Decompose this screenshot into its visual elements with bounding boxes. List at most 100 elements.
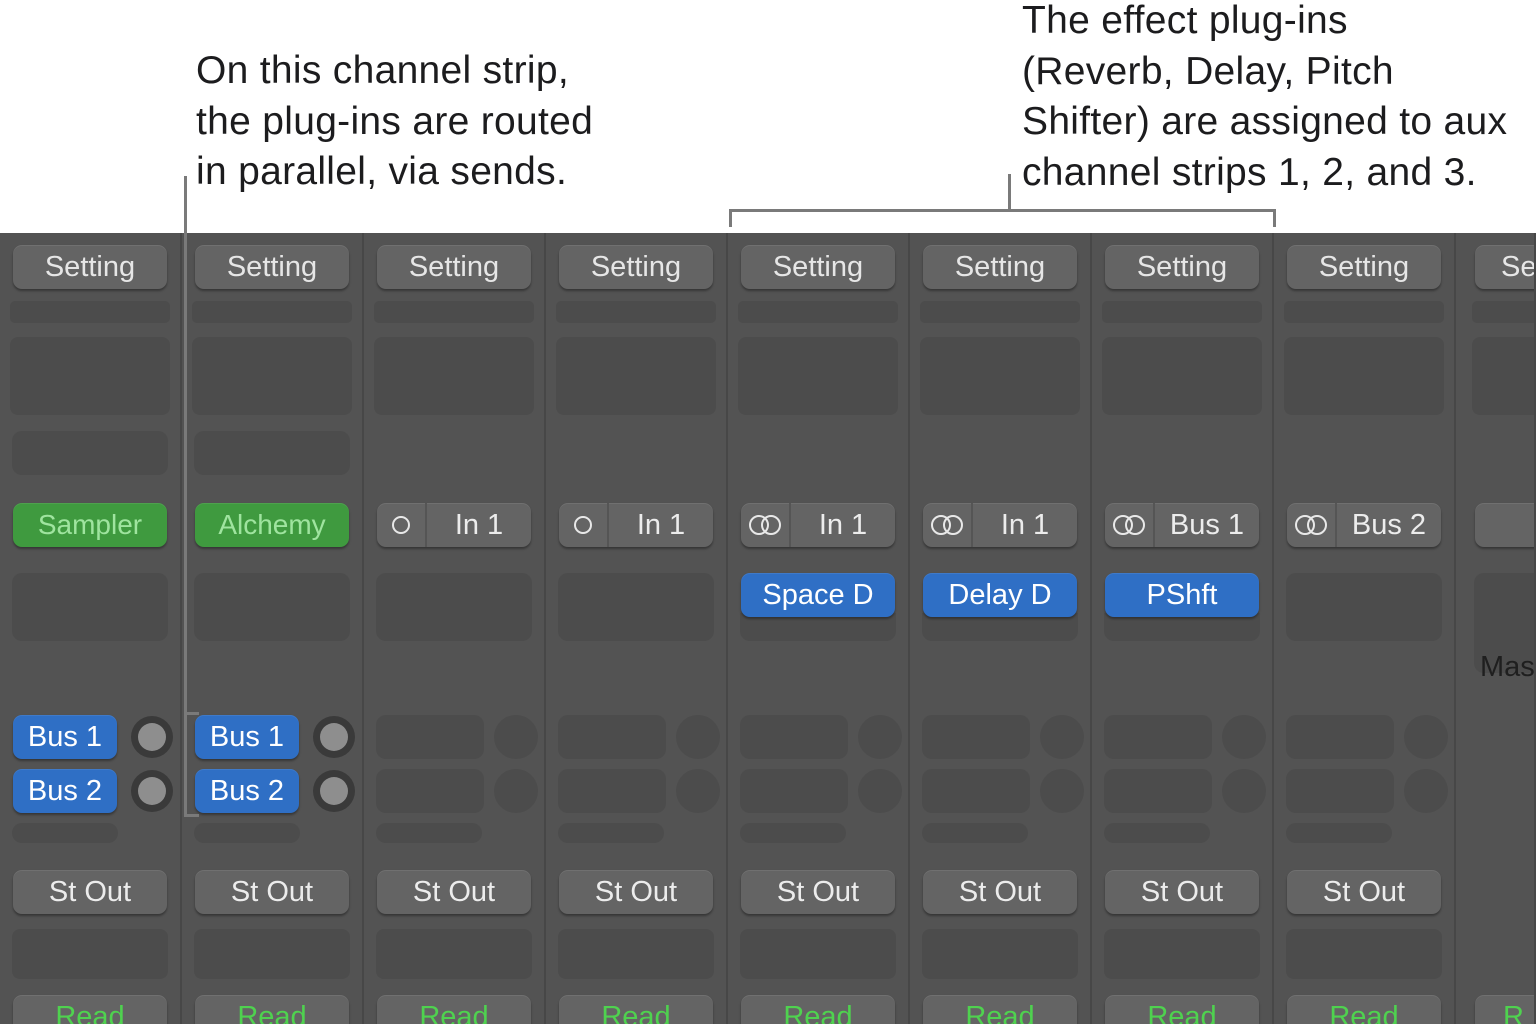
input-button[interactable]: In 1 [377,503,531,547]
setting-button[interactable]: Setting [1287,245,1441,289]
automation-read-button[interactable]: Read [741,995,895,1024]
send-bus-2[interactable]: Bus 2 [195,769,299,813]
eq-slot[interactable] [374,301,534,323]
automation-read-button[interactable]: R [1475,995,1536,1024]
eq-display[interactable] [738,337,898,415]
audio-fx-slot[interactable] [1104,613,1260,641]
send-bus-1[interactable]: Bus 1 [195,715,299,759]
send-slot-empty[interactable] [922,769,1030,813]
audio-fx-slot[interactable] [922,613,1078,641]
send-knob-empty[interactable] [676,715,720,759]
eq-display[interactable] [374,337,534,415]
send-slot-empty[interactable] [922,715,1030,759]
group-slot[interactable] [1286,929,1442,979]
send-slot-empty[interactable] [194,823,300,843]
group-slot[interactable] [12,929,168,979]
output-button[interactable]: St Out [923,870,1077,914]
eq-slot[interactable] [1472,301,1536,323]
eq-display[interactable] [556,337,716,415]
automation-read-button[interactable]: Read [1287,995,1441,1024]
eq-display[interactable] [920,337,1080,415]
audio-fx-slot[interactable] [376,573,532,641]
send-knob-empty[interactable] [1040,769,1084,813]
send-slot-empty[interactable] [1286,823,1392,843]
output-button[interactable]: St Out [741,870,895,914]
instrument-slot-sampler[interactable]: Sampler [13,503,167,547]
output-button[interactable]: St Out [377,870,531,914]
setting-button[interactable]: Setting [13,245,167,289]
eq-display[interactable] [1472,337,1536,415]
output-button[interactable]: St Out [559,870,713,914]
midi-fx-slot[interactable] [12,431,168,475]
send-level-knob[interactable] [131,770,173,812]
setting-button[interactable]: Setting [741,245,895,289]
send-slot-empty[interactable] [376,715,484,759]
send-slot-empty[interactable] [740,823,846,843]
group-slot[interactable] [1104,929,1260,979]
send-slot-empty[interactable] [558,715,666,759]
automation-read-button[interactable]: Read [923,995,1077,1024]
send-knob-empty[interactable] [1040,715,1084,759]
automation-read-button[interactable]: Read [195,995,349,1024]
send-slot-empty[interactable] [1104,769,1212,813]
input-button[interactable]: In 1 [741,503,895,547]
send-slot-empty[interactable] [1104,823,1210,843]
output-button[interactable]: St Out [13,870,167,914]
eq-slot[interactable] [1284,301,1444,323]
eq-slot[interactable] [738,301,898,323]
output-button[interactable]: St Out [195,870,349,914]
send-slot-empty[interactable] [376,769,484,813]
send-knob-empty[interactable] [858,715,902,759]
send-slot-empty[interactable] [376,823,482,843]
send-slot-empty[interactable] [740,715,848,759]
input-button[interactable]: In 1 [923,503,1077,547]
automation-read-button[interactable]: Read [13,995,167,1024]
plugin-delay-d[interactable]: Delay D [923,573,1077,617]
send-bus-1[interactable]: Bus 1 [13,715,117,759]
group-slot[interactable] [558,929,714,979]
eq-display[interactable] [1102,337,1262,415]
send-level-knob[interactable] [313,716,355,758]
group-slot[interactable] [922,929,1078,979]
output-button[interactable]: St Out [1105,870,1259,914]
send-slot-empty[interactable] [1104,715,1212,759]
send-knob-empty[interactable] [676,769,720,813]
input-button[interactable] [1475,503,1536,547]
setting-button[interactable]: Se [1475,245,1536,289]
send-level-knob[interactable] [313,770,355,812]
midi-fx-slot[interactable] [194,431,350,475]
send-slot-empty[interactable] [1286,715,1394,759]
eq-slot[interactable] [920,301,1080,323]
send-knob-empty[interactable] [494,769,538,813]
group-slot[interactable] [194,929,350,979]
audio-fx-slot[interactable] [194,573,350,641]
send-slot-empty[interactable] [1286,769,1394,813]
setting-button[interactable]: Setting [559,245,713,289]
group-slot[interactable] [376,929,532,979]
send-knob-empty[interactable] [494,715,538,759]
eq-slot[interactable] [1102,301,1262,323]
send-knob-empty[interactable] [1404,769,1448,813]
setting-button[interactable]: Setting [377,245,531,289]
send-slot-empty[interactable] [922,823,1028,843]
instrument-slot-alchemy[interactable]: Alchemy [195,503,349,547]
send-slot-empty[interactable] [740,769,848,813]
eq-slot[interactable] [192,301,352,323]
eq-display[interactable] [10,337,170,415]
eq-display[interactable] [1284,337,1444,415]
setting-button[interactable]: Setting [195,245,349,289]
audio-fx-slot[interactable] [12,573,168,641]
audio-fx-slot[interactable] [1286,573,1442,641]
send-bus-2[interactable]: Bus 2 [13,769,117,813]
eq-display[interactable] [192,337,352,415]
plugin-pshft[interactable]: PShft [1105,573,1259,617]
audio-fx-slot[interactable] [740,613,896,641]
send-knob-empty[interactable] [1222,715,1266,759]
setting-button[interactable]: Setting [1105,245,1259,289]
send-knob-empty[interactable] [1404,715,1448,759]
eq-slot[interactable] [556,301,716,323]
automation-read-button[interactable]: Read [1105,995,1259,1024]
audio-fx-slot[interactable] [558,573,714,641]
setting-button[interactable]: Setting [923,245,1077,289]
send-slot-empty[interactable] [12,823,118,843]
